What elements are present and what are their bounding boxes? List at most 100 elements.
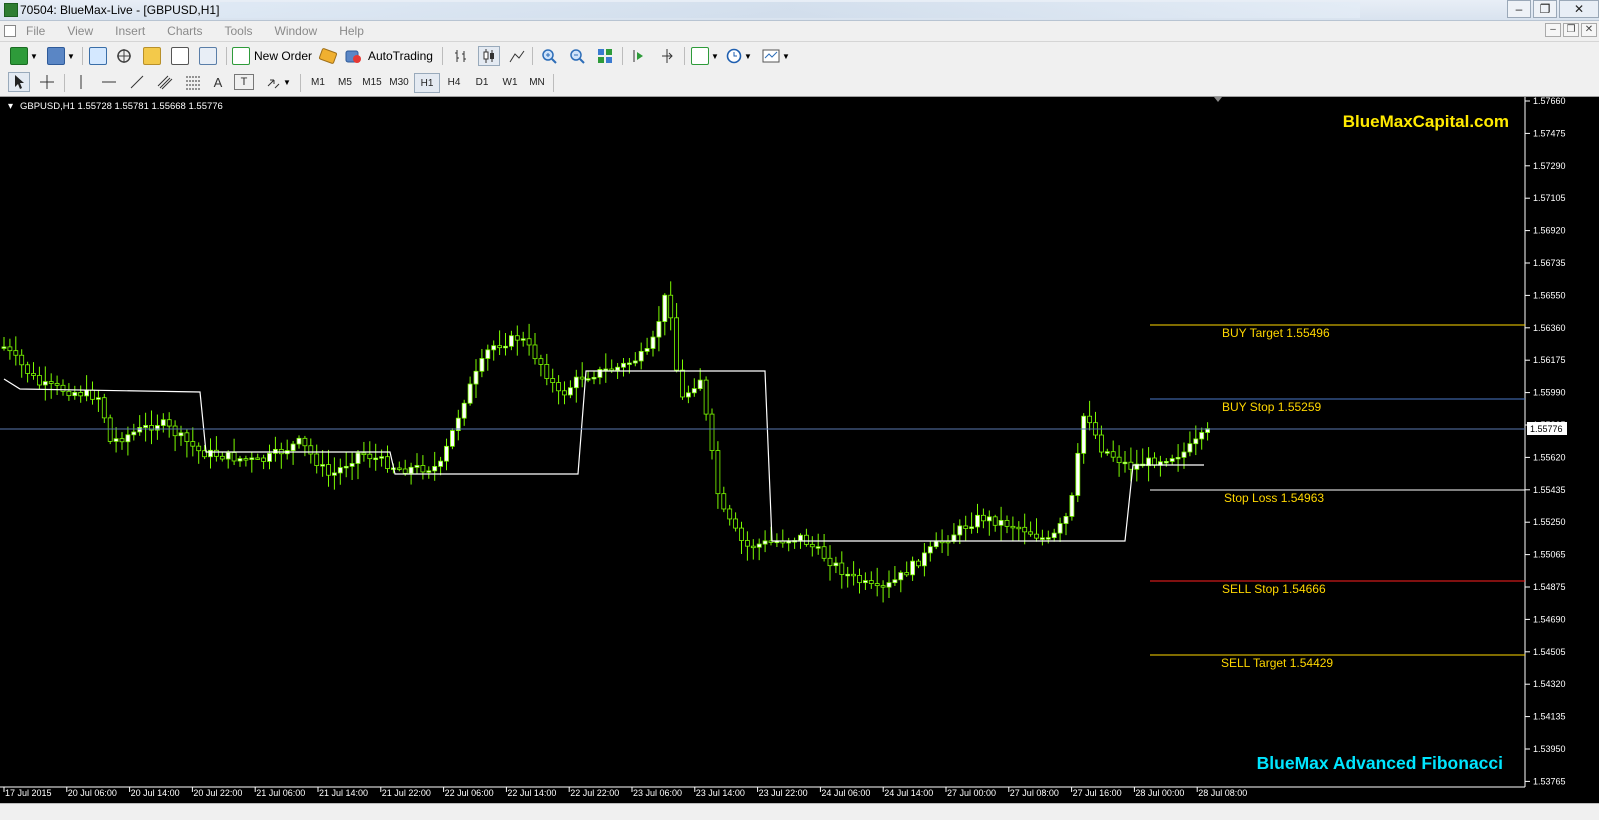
trendline-button[interactable] [126,72,148,92]
menu-charts[interactable]: Charts [167,24,202,38]
candle-body [851,573,856,577]
menu-view[interactable]: View [67,24,93,38]
cursor-button[interactable] [8,72,30,92]
equidistant-channel-button[interactable] [154,72,176,92]
candle-body [414,465,420,468]
profiles-button[interactable]: ▼ [46,46,76,66]
chart-minimize-button[interactable]: – [1545,23,1561,37]
chart-menu-arrow[interactable]: ▾ [8,101,13,112]
metaeditor-icon [318,47,338,65]
chart-window-icon[interactable] [4,25,16,37]
periods-button[interactable]: ▼ [724,46,754,66]
time-tick-label: 21 Jul 14:00 [319,788,368,798]
metaeditor-button[interactable] [318,46,338,66]
zoom-out-button[interactable] [566,46,588,66]
candle-body [1010,525,1016,529]
candle-body [638,351,644,362]
time-tick-label: 21 Jul 06:00 [256,788,305,798]
strategy-tester-icon [199,47,217,65]
candle-body [963,525,969,529]
candle-body [1075,452,1081,496]
time-tick-label: 28 Jul 00:00 [1135,788,1184,798]
timeframe-m1[interactable]: M1 [305,73,331,93]
line-chart-button[interactable] [506,46,528,66]
timeframe-m30[interactable]: M30 [386,73,412,93]
candle-body [143,425,149,428]
price-tick-label: 1.57105 [1533,193,1566,203]
maximize-button[interactable]: ❐ [1533,0,1557,18]
market-watch-icon [89,47,107,65]
candle-body [1187,443,1193,453]
navigator-button[interactable] [114,46,134,66]
timeframe-d1[interactable]: D1 [469,73,495,93]
autoscroll-button[interactable] [628,46,650,66]
candle-body [910,560,915,576]
level-label: SELL Stop 1.54666 [1222,582,1326,596]
new-chart-button[interactable]: ▼ [8,46,40,66]
strategy-tester-button[interactable] [198,46,218,66]
candle-body [904,572,910,576]
tile-windows-icon [598,49,612,63]
candle-body [267,452,272,462]
candle-body [750,545,756,549]
data-window-button[interactable] [142,46,162,66]
autotrading-button[interactable]: AutoTrading [344,46,436,66]
text-button[interactable]: A [208,72,228,92]
arrows-button[interactable]: ▼ [262,72,294,92]
candle-body [13,350,19,356]
candle-body [591,376,597,380]
menu-insert[interactable]: Insert [115,24,145,38]
menu-window[interactable]: Window [275,24,318,38]
timeframe-m15[interactable]: M15 [359,73,385,93]
candle-body [373,457,379,461]
candle-body [137,427,143,433]
candlestick-button[interactable] [478,46,500,66]
candle-body [42,381,48,386]
candle-body [119,438,125,443]
new-order-button[interactable]: New Order [232,46,314,66]
templates-icon [762,49,780,63]
candle-body [916,560,921,567]
plot-area[interactable] [0,97,1525,803]
candle-body [857,575,862,584]
price-chart[interactable]: ▾ GBPUSD,H1 1.55728 1.55781 1.55668 1.55… [0,96,1599,803]
menu-file[interactable]: File [26,24,45,38]
time-tick-label: 22 Jul 14:00 [507,788,556,798]
market-watch-button[interactable] [88,46,108,66]
candle-body [467,383,473,404]
candle-body [255,457,261,460]
zoom-out-icon [570,49,585,64]
price-tick-label: 1.56360 [1533,323,1566,333]
timeframe-m5[interactable]: M5 [332,73,358,93]
tile-windows-button[interactable] [594,46,616,66]
menu-help[interactable]: Help [339,24,364,38]
candle-body [1099,434,1104,453]
text-label-button[interactable]: T [234,74,254,90]
zoom-in-button[interactable] [538,46,560,66]
bar-chart-button[interactable] [450,46,472,66]
candle-body [804,534,809,545]
indicators-button[interactable]: ▼ [690,46,720,66]
chart-shift-button[interactable] [656,46,678,66]
minimize-button[interactable]: – [1507,0,1531,18]
chart-close-button[interactable]: ✕ [1581,23,1597,37]
candle-body [981,514,986,522]
horizontal-line-button[interactable] [98,72,120,92]
crosshair-button[interactable] [36,72,58,92]
close-button[interactable]: ✕ [1559,0,1599,18]
chart-window[interactable]: ▾ GBPUSD,H1 1.55728 1.55781 1.55668 1.55… [0,96,1599,803]
menu-tools[interactable]: Tools [225,24,253,38]
terminal-button[interactable] [170,46,190,66]
timeframe-h4[interactable]: H4 [441,73,467,93]
fibonacci-button[interactable] [182,72,204,92]
timeframe-h1[interactable]: H1 [414,73,440,93]
timeframe-mn[interactable]: MN [524,73,550,93]
candle-body [615,366,620,371]
chart-restore-button[interactable]: ❐ [1563,23,1579,37]
templates-button[interactable]: ▼ [760,46,792,66]
candle-body [621,362,626,368]
candle-body [1122,461,1128,465]
candle-body [396,467,402,470]
timeframe-w1[interactable]: W1 [497,73,523,93]
vertical-line-button[interactable] [70,72,92,92]
